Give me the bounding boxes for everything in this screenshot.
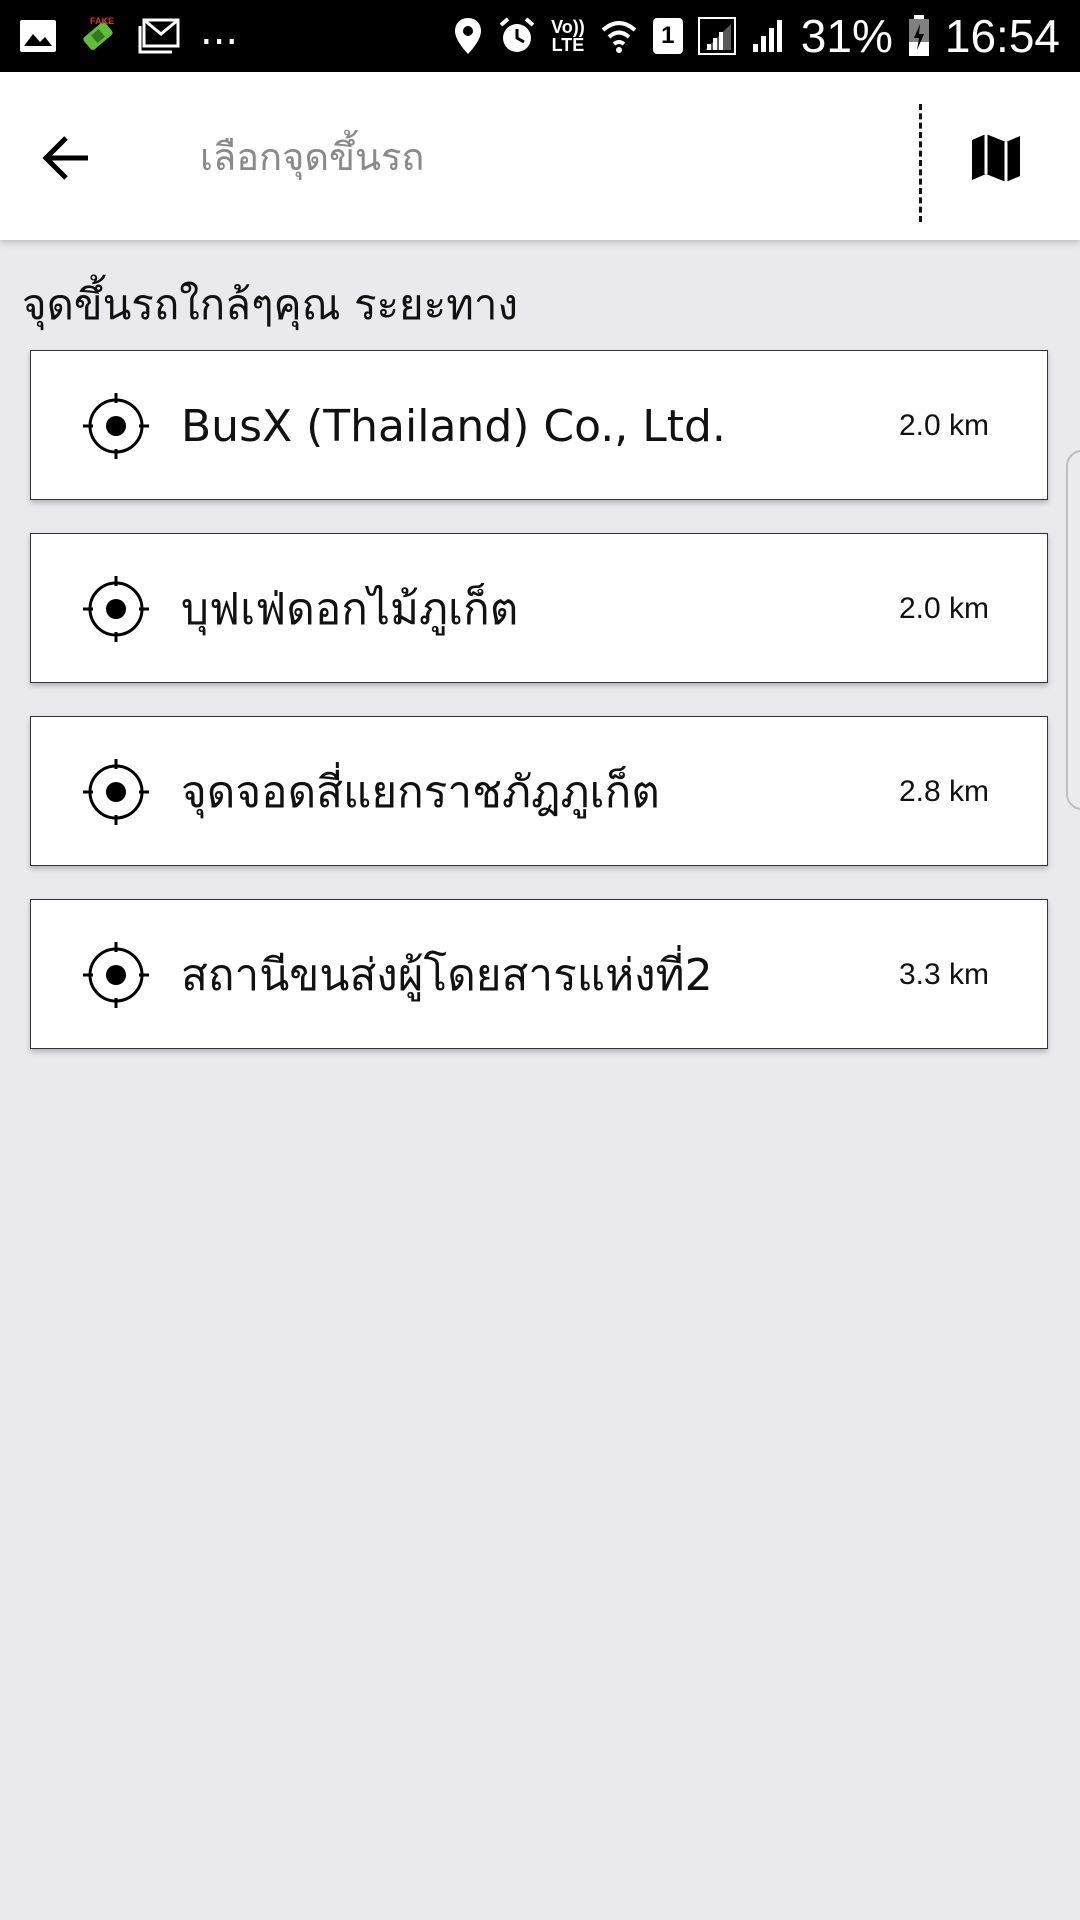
signal-icon [697, 17, 736, 55]
crosshair-location-icon [83, 393, 149, 459]
svg-text:FAKE: FAKE [90, 16, 114, 26]
pickup-point-item[interactable]: BusX (Thailand) Co., Ltd. 2.0 km [30, 350, 1048, 500]
signal-icon [752, 20, 782, 52]
pickup-point-distance: 3.3 km [898, 958, 989, 991]
scroll-handle[interactable] [1066, 450, 1080, 810]
system-icons: Vo)) LTE 1 31% 16:54 [453, 10, 1060, 62]
pickup-search-input[interactable] [200, 122, 880, 192]
pickup-point-item[interactable]: จุดจอดสี่แยกราชภัฎภูเก็ต 2.8 km [30, 716, 1048, 866]
alarm-icon [499, 17, 535, 52]
notification-icons: FAKE ... [18, 8, 238, 58]
gmail-icon [138, 18, 180, 54]
more-notifications-indicator: ... [200, 8, 239, 54]
location-icon [455, 18, 482, 54]
wifi-icon [601, 21, 637, 53]
pickup-point-name: บุฟเฟ่ดอกไม้ภูเก็ต [181, 584, 519, 635]
map-view-button[interactable] [968, 130, 1028, 190]
volte-label: Vo)) [551, 17, 585, 37]
section-title: จุดขึ้นรถใกล้ๆคุณ ระยะทาง [22, 280, 519, 329]
battery-percent: 31% [800, 10, 893, 62]
sim-slot-number: 1 [661, 22, 675, 49]
battery-charging-icon [908, 15, 929, 56]
status-bar: FAKE ... Vo)) LTE 1 31% 16:54 [0, 0, 1080, 72]
back-button[interactable] [36, 126, 100, 190]
appbar-divider [919, 104, 922, 222]
sim-1-icon: 1 [652, 18, 683, 54]
top-app-bar [0, 72, 1080, 240]
fake-gps-icon: FAKE [83, 16, 114, 50]
volte-icon: Vo)) LTE [551, 18, 585, 54]
crosshair-location-icon [83, 576, 149, 642]
pickup-point-distance: 2.8 km [898, 775, 989, 808]
pickup-point-list: BusX (Thailand) Co., Ltd. 2.0 km บุฟเฟ่ด… [30, 350, 1050, 1082]
crosshair-location-icon [83, 942, 149, 1008]
clock: 16:54 [944, 10, 1060, 62]
pickup-point-item[interactable]: บุฟเฟ่ดอกไม้ภูเก็ต 2.0 km [30, 533, 1048, 683]
lte-label: LTE [551, 35, 585, 55]
crosshair-location-icon [83, 759, 149, 825]
pickup-point-name: สถานีขนส่งผู้โดยสารแห่งที่2 [181, 950, 713, 1001]
pickup-point-name: จุดจอดสี่แยกราชภัฎภูเก็ต [181, 767, 660, 818]
pickup-point-distance: 2.0 km [898, 592, 989, 625]
gallery-icon [20, 20, 56, 52]
pickup-point-item[interactable]: สถานีขนส่งผู้โดยสารแห่งที่2 3.3 km [30, 899, 1048, 1049]
arrow-left-icon [42, 136, 88, 180]
map-icon [972, 134, 1020, 182]
pickup-point-distance: 2.0 km [898, 409, 989, 442]
pickup-point-name: BusX (Thailand) Co., Ltd. [181, 400, 726, 452]
